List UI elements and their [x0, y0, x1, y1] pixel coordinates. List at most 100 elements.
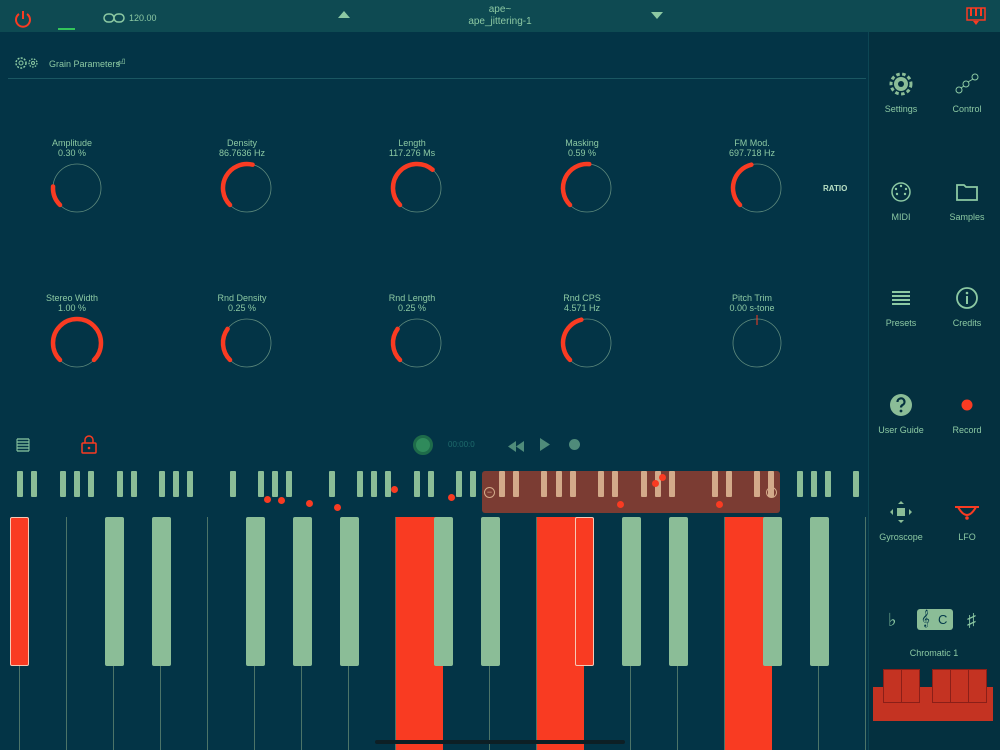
- dial-icon[interactable]: [557, 313, 617, 373]
- ratio-label[interactable]: RATIO: [823, 184, 847, 193]
- loop-indicator-icon[interactable]: [413, 435, 433, 455]
- knob-value: 0.30 %: [57, 148, 87, 158]
- overview-key: [726, 471, 732, 497]
- overview-key: [414, 471, 420, 497]
- play-icon[interactable]: [540, 438, 550, 456]
- overview-key: [286, 471, 292, 497]
- black-key[interactable]: [575, 517, 594, 666]
- knob-label: FM Mod.: [734, 138, 770, 148]
- key-selector[interactable]: 𝄞 C: [917, 609, 953, 630]
- record-dot-icon[interactable]: [569, 439, 580, 450]
- flat-button[interactable]: ♭: [888, 610, 897, 631]
- overview-key: [131, 471, 137, 497]
- overview-key: [173, 471, 179, 497]
- overview-key: [258, 471, 264, 497]
- overview-key: [60, 471, 66, 497]
- overview-key: [428, 471, 434, 497]
- sidebar-item-lfo[interactable]: LFO: [934, 500, 1000, 560]
- overview-key: [117, 471, 123, 497]
- black-key[interactable]: [293, 517, 312, 666]
- sidebar-item-midi[interactable]: MIDI: [868, 180, 934, 240]
- knob-rnd-cps[interactable]: Rnd CPS 4.571 Hz: [522, 293, 642, 373]
- black-key[interactable]: [434, 517, 453, 666]
- black-key[interactable]: [152, 517, 171, 666]
- scale-preview-icon[interactable]: [873, 669, 993, 721]
- sidebar-item-gyroscope[interactable]: Gyroscope: [868, 500, 934, 560]
- sidebar-item-samples[interactable]: Samples: [934, 180, 1000, 240]
- sidebar-item-label: Settings: [884, 104, 918, 114]
- overview-key: [598, 471, 604, 497]
- range-selector[interactable]: [482, 471, 780, 513]
- dial-icon[interactable]: [217, 158, 277, 218]
- black-key[interactable]: [481, 517, 500, 666]
- dial-icon[interactable]: [47, 313, 107, 373]
- knob-rnd-density[interactable]: Rnd Density 0.25 %: [182, 293, 302, 373]
- knob-label: Masking: [565, 138, 599, 148]
- overview-key: [612, 471, 618, 497]
- sidebar-item-label: Record: [952, 425, 982, 435]
- dial-icon[interactable]: [727, 313, 787, 373]
- knob-pitch-trim[interactable]: Pitch Trim 0.00 s-tone: [692, 293, 812, 373]
- knob-label: Rnd Length: [388, 293, 436, 303]
- knob-label: Density: [226, 138, 257, 148]
- piano-keyboard[interactable]: [0, 517, 868, 750]
- rewind-icon[interactable]: [508, 439, 524, 457]
- knob-length[interactable]: Length 117.276 Ms: [352, 138, 472, 218]
- grain-dot: [278, 497, 285, 504]
- black-key[interactable]: [246, 517, 265, 666]
- knob-value: 86.7636 Hz: [218, 148, 266, 158]
- sidebar-item-user-guide[interactable]: User Guide: [868, 393, 934, 453]
- overview-key: [541, 471, 547, 497]
- dial-icon[interactable]: [387, 313, 447, 373]
- knob-amplitude[interactable]: Amplitude 0.30 %: [12, 138, 132, 218]
- grain-dot: [659, 474, 666, 481]
- knob-label: Rnd Density: [217, 293, 267, 303]
- grain-dot: [448, 494, 455, 501]
- dial-icon[interactable]: [217, 313, 277, 373]
- black-key[interactable]: [763, 517, 782, 666]
- knob-value: 117.276 Ms: [388, 148, 436, 158]
- overview-key: [513, 471, 519, 497]
- overview-key: [768, 471, 774, 497]
- record-icon: [934, 393, 1000, 419]
- sidebar-item-record[interactable]: Record: [934, 393, 1000, 453]
- overview-key: [230, 471, 236, 497]
- home-indicator: [375, 740, 625, 744]
- coil-icon[interactable]: [14, 437, 32, 458]
- gyroscope-icon: [868, 500, 934, 526]
- black-key[interactable]: [669, 517, 688, 666]
- sidebar-item-control[interactable]: Control: [934, 72, 1000, 132]
- sidebar-item-presets[interactable]: Presets: [868, 286, 934, 346]
- black-key[interactable]: [105, 517, 124, 666]
- range-minus-icon[interactable]: −: [484, 487, 495, 498]
- overview-key: [272, 471, 278, 497]
- scale-name[interactable]: Chromatic 1: [868, 648, 1000, 658]
- sidebar-item-credits[interactable]: Credits: [934, 286, 1000, 346]
- overview-key: [570, 471, 576, 497]
- dial-icon[interactable]: [727, 158, 787, 218]
- dial-icon[interactable]: [47, 158, 107, 218]
- dial-icon[interactable]: [387, 158, 447, 218]
- knob-fm-mod[interactable]: FM Mod. 697.718 Hz: [692, 138, 812, 218]
- sidebar-item-settings[interactable]: Settings: [868, 72, 934, 132]
- knob-value: 0.25 %: [397, 303, 427, 313]
- knob-label: Rnd CPS: [563, 293, 601, 303]
- knob-masking[interactable]: Masking 0.59 %: [522, 138, 642, 218]
- black-key[interactable]: [340, 517, 359, 666]
- lock-icon[interactable]: [81, 435, 97, 459]
- knob-rnd-length[interactable]: Rnd Length 0.25 %: [352, 293, 472, 373]
- overview-key: [31, 471, 37, 497]
- knob-stereo-width[interactable]: Stereo Width 1.00 %: [12, 293, 132, 373]
- sharp-button[interactable]: ♯: [967, 610, 976, 631]
- knob-label: Pitch Trim: [731, 293, 772, 303]
- knob-density[interactable]: Density 86.7636 Hz: [182, 138, 302, 218]
- dial-icon[interactable]: [557, 158, 617, 218]
- overview-key: [17, 471, 23, 497]
- knob-label: Stereo Width: [45, 293, 99, 303]
- black-key[interactable]: [810, 517, 829, 666]
- list-icon: [868, 286, 934, 312]
- black-key[interactable]: [10, 517, 29, 666]
- transport-time: 00:00:0: [448, 440, 475, 449]
- black-key[interactable]: [622, 517, 641, 666]
- grain-dot: [617, 501, 624, 508]
